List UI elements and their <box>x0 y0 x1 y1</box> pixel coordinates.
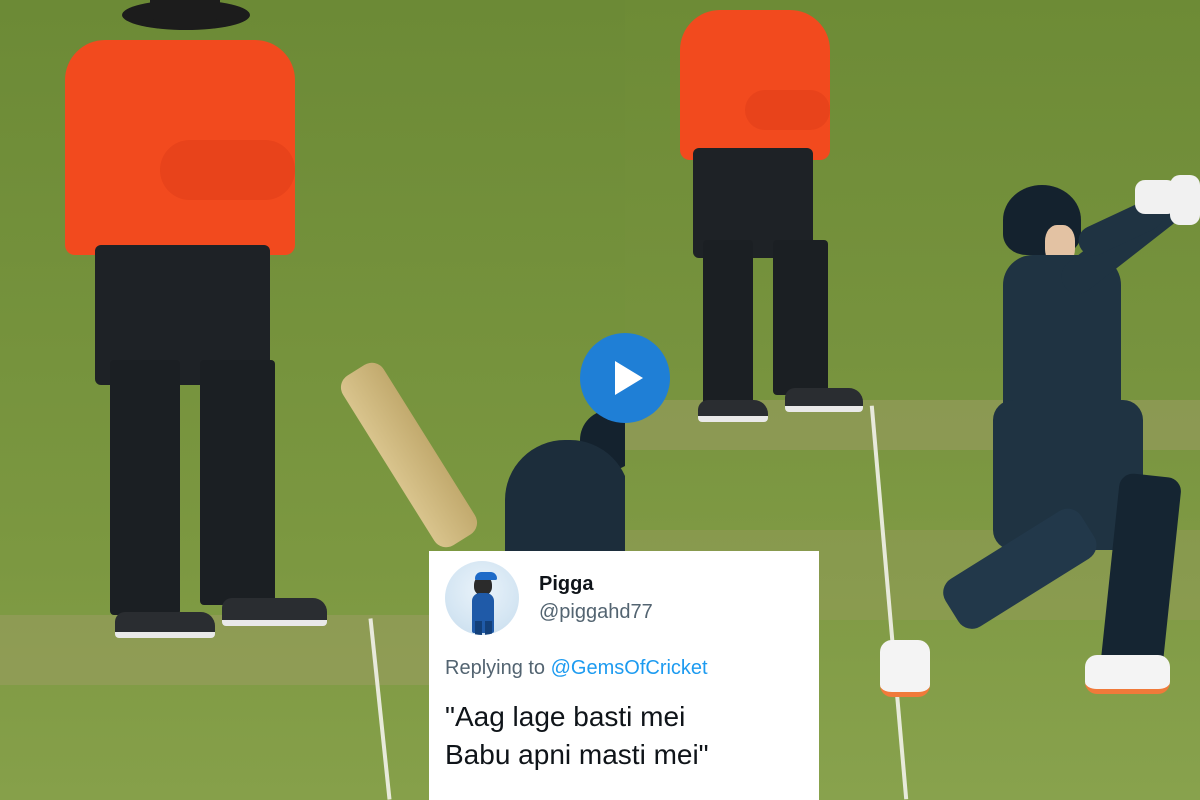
reply-context: Replying to @GemsOfCricket <box>445 657 803 680</box>
tweet-author: Pigga @piggahd77 <box>539 571 653 625</box>
avatar[interactable] <box>445 561 519 635</box>
display-name[interactable]: Pigga <box>539 571 653 597</box>
reply-prefix: Replying to <box>445 657 546 679</box>
reply-to-link[interactable]: @GemsOfCricket <box>551 657 708 679</box>
tweet-text-line: Babu apni masti mei" <box>445 739 709 770</box>
tweet-header: Pigga @piggahd77 <box>445 561 803 635</box>
tweet-card: Pigga @piggahd77 Replying to @GemsOfCric… <box>429 551 819 800</box>
play-icon <box>614 361 643 395</box>
tweet-text: "Aag lage basti mei Babu apni masti mei" <box>445 698 803 774</box>
tweet-text-line: "Aag lage basti mei <box>445 701 686 732</box>
batter-shoulder <box>505 440 625 560</box>
user-handle[interactable]: @piggahd77 <box>539 599 653 625</box>
play-button[interactable] <box>580 333 670 423</box>
cricket-bat <box>335 357 483 553</box>
umpire-shirt <box>680 10 830 160</box>
